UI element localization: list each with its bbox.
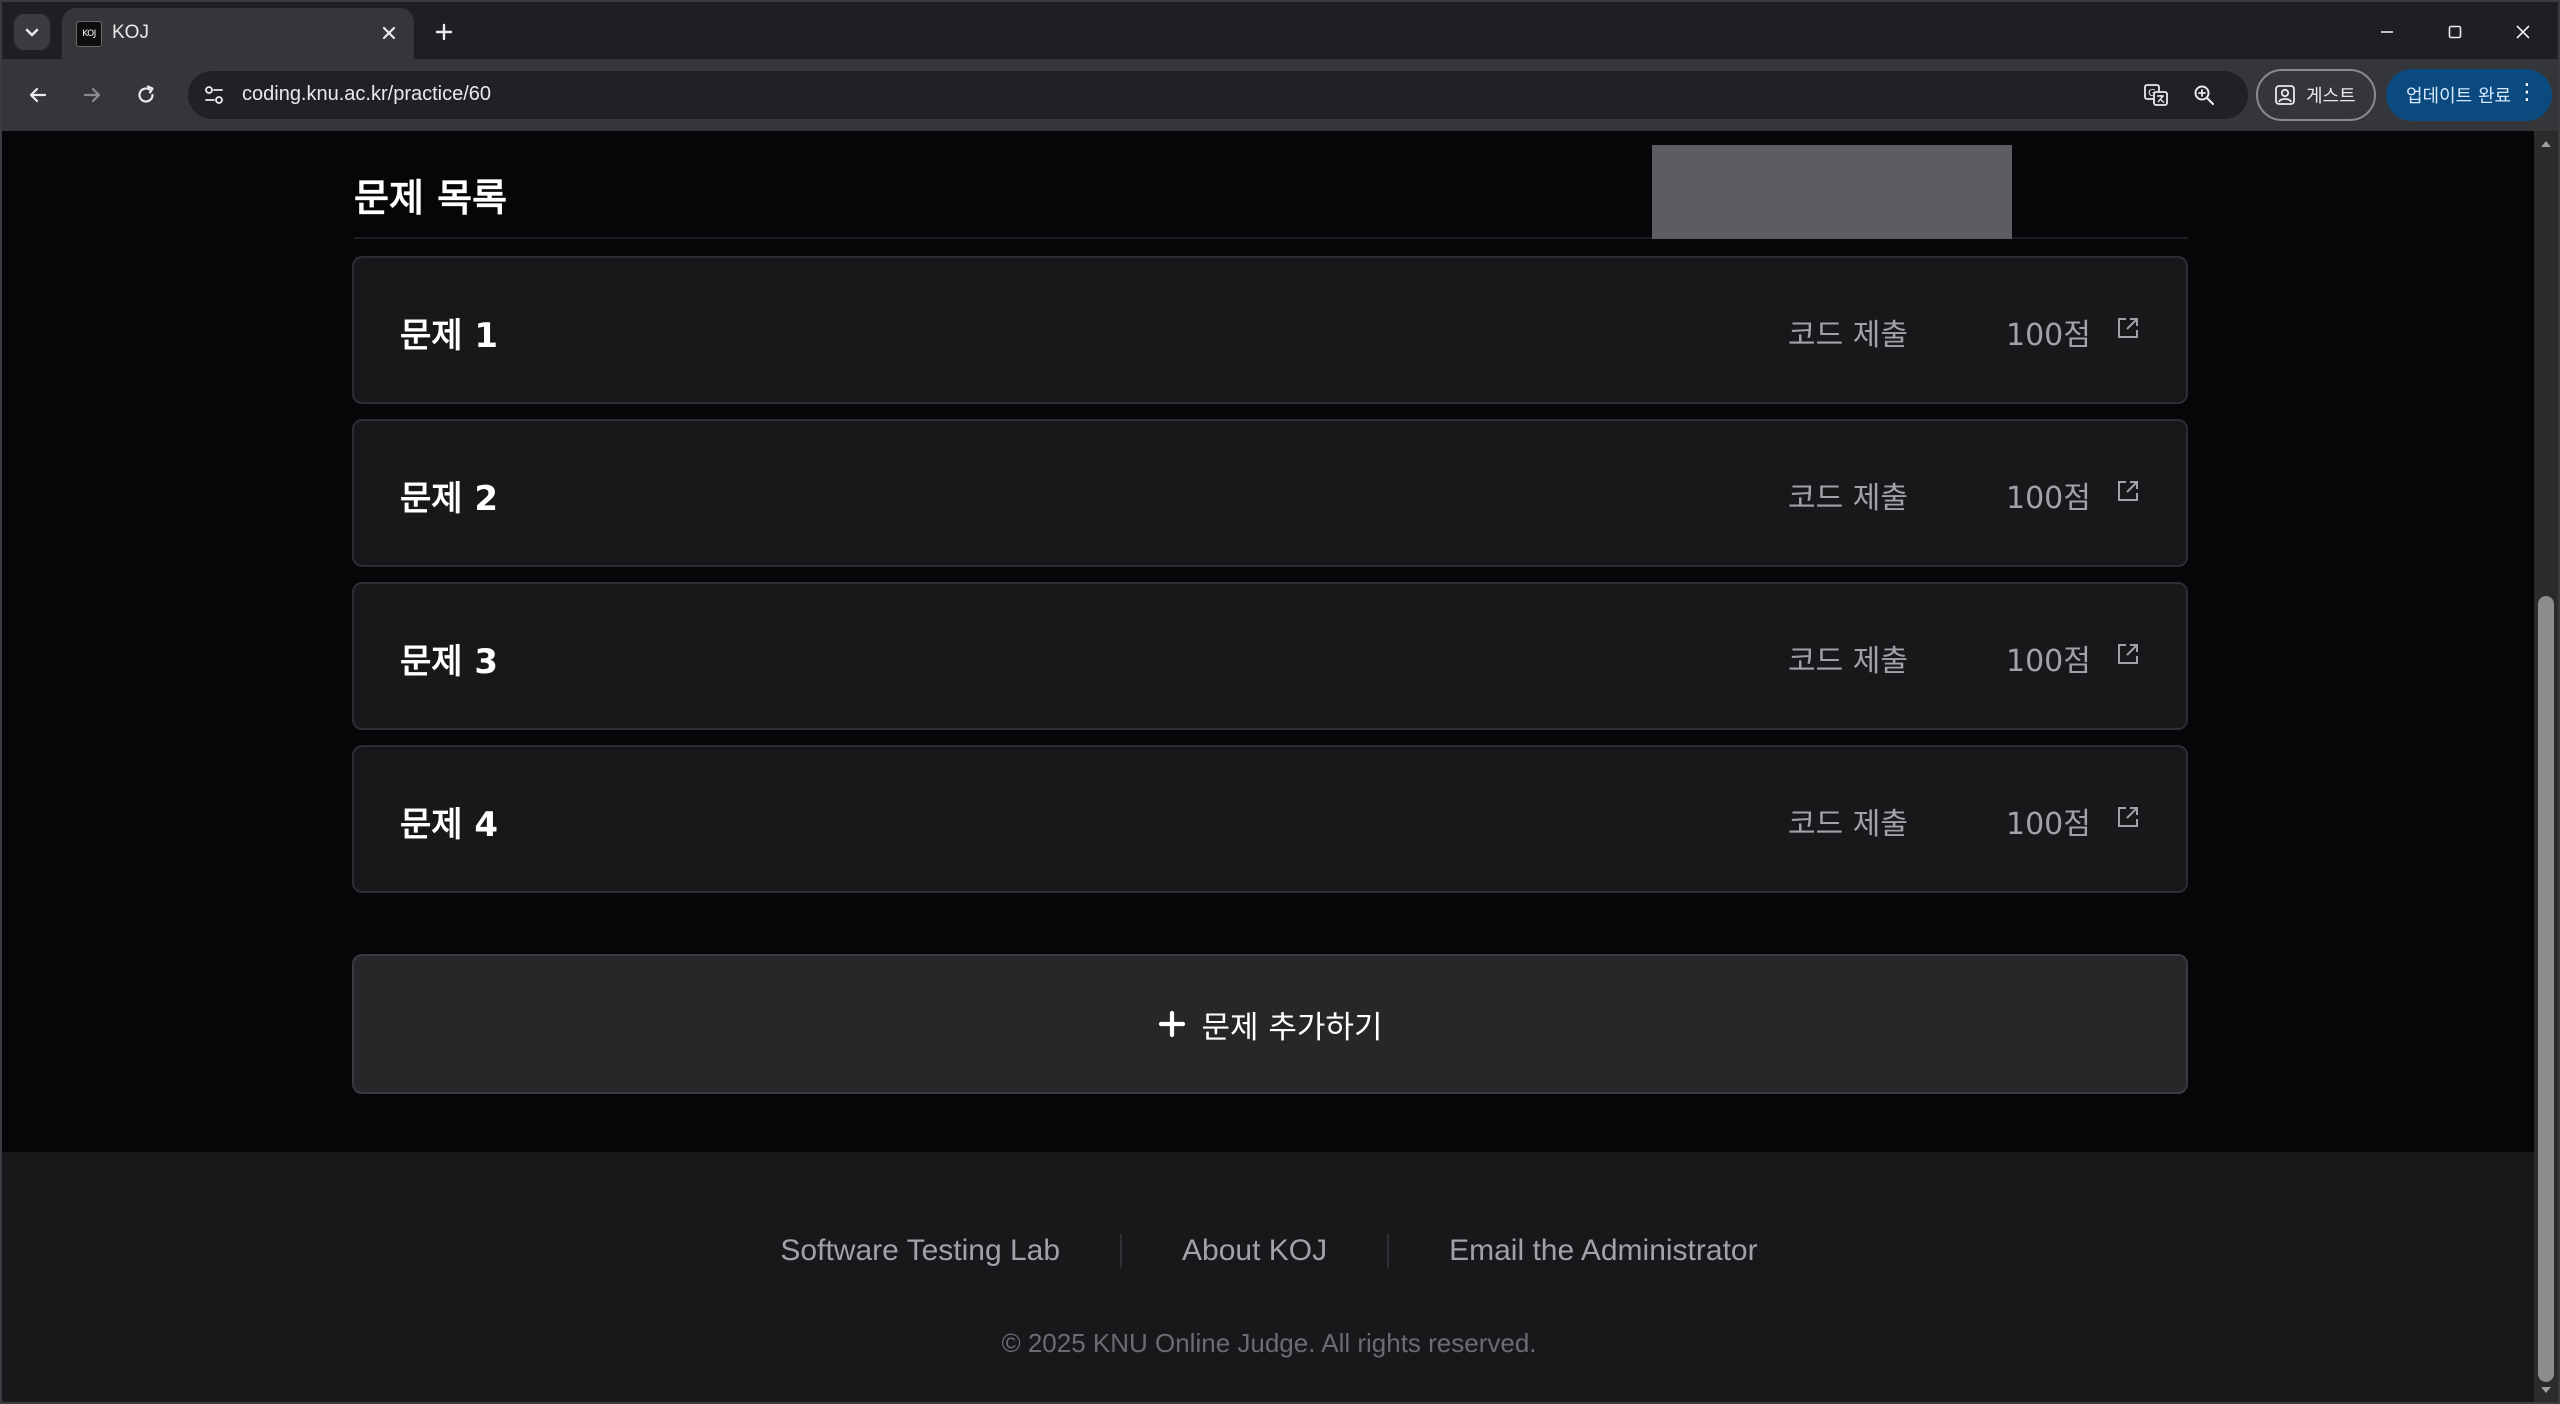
external-link-icon[interactable]: [2112, 312, 2144, 344]
page-scrollbar[interactable]: [2534, 131, 2558, 1402]
close-icon: [382, 26, 396, 40]
update-button[interactable]: 업데이트 완료 ⋮: [2386, 69, 2552, 121]
footer-links: Software Testing Lab About KOJ Email the…: [2, 1226, 2536, 1276]
external-link-icon[interactable]: [2112, 801, 2144, 833]
problem-name: 문제 2: [400, 479, 499, 519]
footer-link-software-testing-lab[interactable]: Software Testing Lab: [720, 1234, 1120, 1268]
translate-button[interactable]: G: [2138, 77, 2174, 113]
maximize-icon: [2448, 25, 2462, 39]
external-link-icon[interactable]: [2112, 475, 2144, 507]
add-problem-button[interactable]: 문제 추가하기: [352, 954, 2188, 1094]
redacted-area: [1652, 145, 2012, 239]
problem-name: 문제 1: [400, 316, 499, 356]
problem-status: 코드 제출: [1788, 318, 1908, 353]
url-text[interactable]: coding.knu.ac.kr/practice/60: [242, 83, 491, 106]
problem-card[interactable]: 문제 1 코드 제출 100점: [352, 256, 2188, 404]
tab-close-button[interactable]: [374, 18, 404, 48]
tab-title: KOJ: [112, 22, 149, 43]
address-bar[interactable]: coding.knu.ac.kr/practice/60 G: [188, 71, 2248, 119]
translate-icon: G: [2144, 84, 2168, 106]
update-label: 업데이트 완료: [2406, 86, 2512, 107]
back-button[interactable]: [18, 75, 58, 115]
page-viewport: 문제 목록 문제 1 코드 제출 100점 문제 2 코드 제출 100점 문제…: [0, 131, 2560, 1404]
arrow-left-icon: [29, 87, 47, 103]
add-problem-label: 문제 추가하기: [1201, 1009, 1383, 1046]
reload-button[interactable]: [126, 75, 166, 115]
reload-icon: [138, 85, 154, 103]
plus-icon: [1158, 1010, 1186, 1038]
problem-score: 100점: [2006, 481, 2091, 516]
scrollbar-thumb[interactable]: [2538, 596, 2554, 1382]
browser-toolbar: coding.knu.ac.kr/practice/60 G 게스트 업데이트 …: [0, 59, 2560, 131]
close-icon: [2516, 25, 2530, 39]
problem-name: 문제 4: [400, 805, 499, 845]
problem-card[interactable]: 문제 2 코드 제출 100점: [352, 419, 2188, 567]
browser-tab-bar: KOJ KOJ: [0, 0, 2560, 61]
profile-icon: [2275, 85, 2295, 105]
problem-status: 코드 제출: [1788, 644, 1908, 679]
footer-link-email-admin[interactable]: Email the Administrator: [1389, 1234, 1817, 1268]
problem-name: 문제 3: [400, 642, 499, 682]
maximize-window-button[interactable]: [2430, 10, 2480, 54]
problem-score: 100점: [2006, 644, 2091, 679]
forward-button[interactable]: [72, 75, 112, 115]
problem-card[interactable]: 문제 4 코드 제출 100점: [352, 745, 2188, 893]
zoom-in-icon: [2194, 85, 2215, 106]
page-footer: Software Testing Lab About KOJ Email the…: [2, 1152, 2536, 1402]
plus-icon: [435, 23, 453, 41]
problem-card[interactable]: 문제 3 코드 제출 100점: [352, 582, 2188, 730]
minimize-window-button[interactable]: [2362, 10, 2412, 54]
browser-tab-active[interactable]: KOJ KOJ: [62, 8, 414, 61]
more-vert-icon: ⋮: [2516, 80, 2538, 105]
minimize-icon: [2381, 31, 2393, 33]
problem-score: 100점: [2006, 318, 2091, 353]
scroll-up-arrow-icon[interactable]: [2539, 137, 2553, 151]
problem-status: 코드 제출: [1788, 807, 1908, 842]
zoom-button[interactable]: [2186, 77, 2222, 113]
section-title: 문제 목록: [354, 176, 508, 220]
problem-score: 100점: [2006, 807, 2091, 842]
tune-icon: [205, 86, 223, 104]
koj-favicon-icon: KOJ: [76, 21, 102, 47]
guest-profile-button[interactable]: 게스트: [2256, 69, 2376, 121]
close-window-button[interactable]: [2498, 10, 2548, 54]
tab-list-button[interactable]: [14, 14, 50, 50]
arrow-right-icon: [83, 87, 101, 103]
chevron-down-icon: [25, 28, 39, 37]
footer-link-about-koj[interactable]: About KOJ: [1122, 1234, 1387, 1268]
external-link-icon[interactable]: [2112, 638, 2144, 670]
scroll-down-arrow-icon[interactable]: [2539, 1383, 2553, 1397]
copyright-text: © 2025 KNU Online Judge. All rights rese…: [1001, 1328, 1537, 1358]
problem-status: 코드 제출: [1788, 481, 1908, 516]
site-info-button[interactable]: [196, 77, 232, 113]
problem-list-header: 문제 목록: [354, 131, 2188, 239]
new-tab-button[interactable]: [426, 14, 462, 50]
guest-label: 게스트: [2306, 86, 2356, 107]
